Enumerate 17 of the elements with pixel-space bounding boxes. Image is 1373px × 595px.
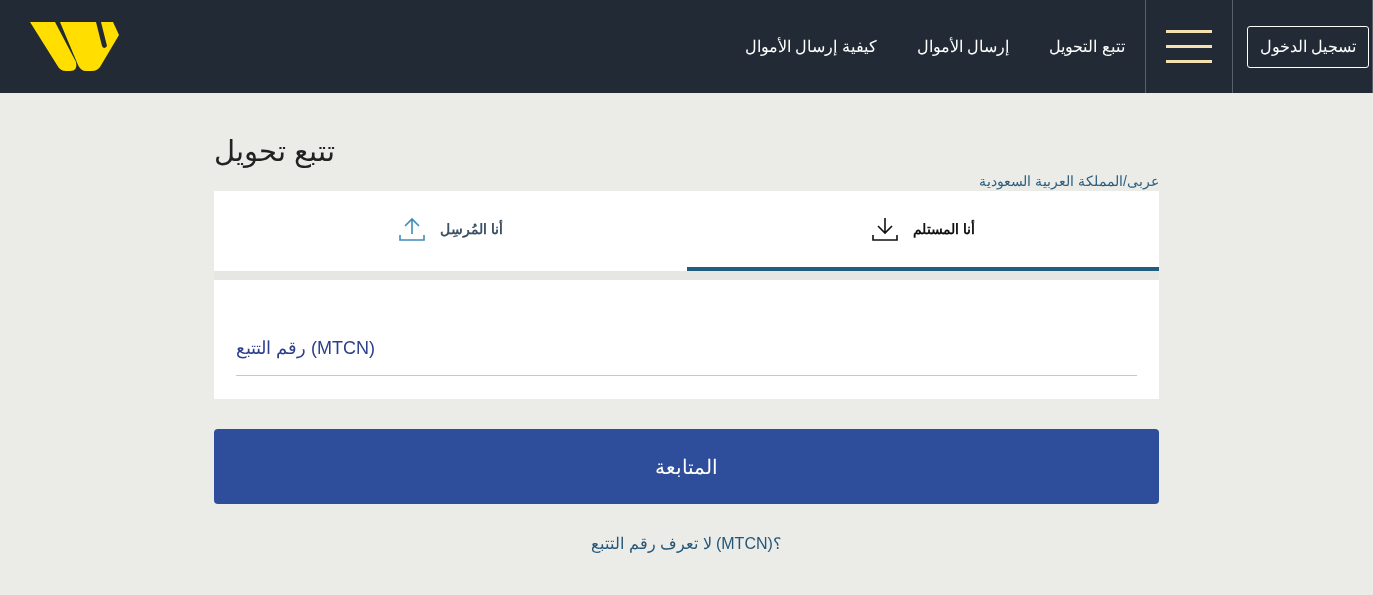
mtcn-input[interactable]: رقم التتبع (MTCN): [236, 319, 1137, 376]
logo-icon[interactable]: [30, 21, 120, 72]
tab[interactable]: أنا المستلم: [686, 191, 1159, 271]
help-link[interactable]: لا تعرف رقم التتبع (MTCN)؟: [591, 534, 782, 553]
mtcn-field[interactable]: رقم التتبع (MTCN): [214, 280, 1159, 399]
menu-icon: [1165, 29, 1212, 64]
upload-icon: [397, 216, 426, 242]
login-button[interactable]: تسجيل الدخول: [1246, 25, 1369, 68]
menu-button[interactable]: [1144, 0, 1233, 93]
locale-link[interactable]: عربى/المملكة العربية السعودية: [979, 171, 1159, 191]
nav-link[interactable]: كيفية إرسال الأموال: [744, 37, 877, 56]
nav-link[interactable]: إرسال الأموال: [916, 37, 1010, 56]
nav-link[interactable]: تتبع التحويل: [1049, 37, 1125, 56]
continue-button[interactable]: المتابعة: [214, 429, 1159, 504]
tab[interactable]: أنا المُرسِل: [214, 191, 687, 271]
page-title: تتبع تحويل: [214, 134, 336, 170]
download-icon: [870, 216, 899, 242]
